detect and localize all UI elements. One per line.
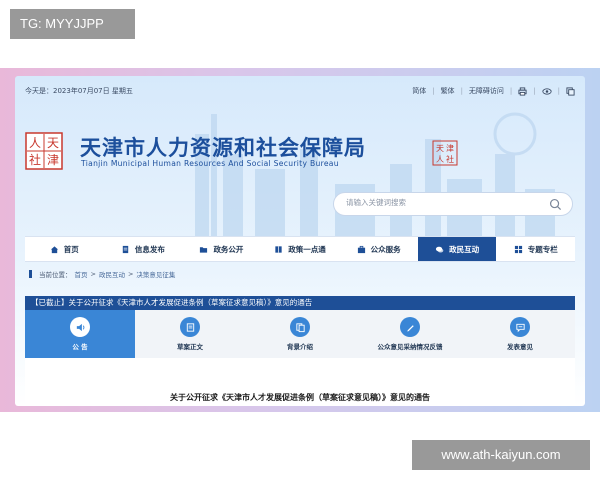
print-icon[interactable] xyxy=(518,86,527,96)
tab-feedback[interactable]: 公众意见采纳情况反馈 xyxy=(355,310,465,358)
nav-label: 信息发布 xyxy=(134,244,165,254)
nav-label: 专题专栏 xyxy=(527,244,558,254)
notice-tabs: 公 告 草案正文 背景介绍 公众意见采纳情况反馈 发表意见 xyxy=(25,310,575,358)
website-screenshot: 今天是：2023年07月07日 星期五 简体 | 繁体 | 无障碍访问 | | … xyxy=(15,76,585,406)
briefcase-icon xyxy=(357,245,365,253)
telegram-tag: TG: MYYJJPP xyxy=(10,9,135,39)
simplified-chinese-link[interactable]: 简体 xyxy=(412,86,426,96)
tab-icon-circle xyxy=(510,317,530,337)
search-box xyxy=(333,192,573,216)
seal-stamp: 天 津 人 社 xyxy=(432,140,458,166)
city-skyline-background xyxy=(195,112,555,244)
bureau-logo: 人 天 社 津 xyxy=(25,132,63,170)
search-icon[interactable] xyxy=(549,198,562,211)
list-icon xyxy=(186,322,194,332)
eye-icon[interactable] xyxy=(542,87,552,96)
tab-label: 草案正文 xyxy=(177,343,203,351)
breadcrumb: 当前位置： 首页 > 政民互动 > 决策意见征集 xyxy=(29,269,175,279)
content-area: 关于公开征求《天津市人才发展促进条例（草案征求意见稿）》意见的通告 xyxy=(25,358,575,406)
nav-item-gov-affairs[interactable]: 政务公开 xyxy=(182,237,261,261)
traditional-chinese-link[interactable]: 繁体 xyxy=(441,86,455,96)
nav-label: 政策一点通 xyxy=(288,244,326,254)
tab-icon-circle xyxy=(290,317,310,337)
tab-background[interactable]: 背景介绍 xyxy=(245,310,355,358)
current-date: 今天是：2023年07月07日 星期五 xyxy=(25,87,133,95)
tab-label: 发表意见 xyxy=(507,343,533,351)
tab-icon-circle xyxy=(400,317,420,337)
breadcrumb-interaction[interactable]: 政民互动 xyxy=(99,269,125,279)
breadcrumb-marker xyxy=(29,270,32,278)
seal-char: 社 xyxy=(446,154,454,164)
nav-item-interaction[interactable]: 政民互动 xyxy=(417,237,497,261)
nav-label: 政务公开 xyxy=(213,244,244,254)
tab-label: 公众意见采纳情况反馈 xyxy=(377,343,443,351)
main-nav: 首页 信息发布 政务公开 政策一点通 公众服务 政民互动 专题专栏 xyxy=(25,236,575,262)
tab-label: 公 告 xyxy=(72,343,88,351)
breadcrumb-opinion-collection[interactable]: 决策意见征集 xyxy=(136,269,175,279)
tab-label: 背景介绍 xyxy=(287,343,313,351)
separator: | xyxy=(509,87,513,95)
grid-icon xyxy=(514,245,522,253)
copy-icon[interactable] xyxy=(566,86,575,96)
site-subtitle: Tianjin Municipal Human Resources And So… xyxy=(81,159,339,168)
breadcrumb-home[interactable]: 首页 xyxy=(75,269,88,279)
pen-icon xyxy=(406,324,414,331)
top-links: 简体 | 繁体 | 无障碍访问 | | | xyxy=(412,86,575,96)
nav-item-special-topics[interactable]: 专题专栏 xyxy=(496,237,575,261)
nav-item-policy[interactable]: 政策一点通 xyxy=(261,237,340,261)
separator: | xyxy=(460,87,463,95)
chat-icon xyxy=(436,246,444,253)
seal-char: 津 xyxy=(446,143,454,153)
seal-char: 人 xyxy=(436,155,444,164)
files-icon xyxy=(295,322,305,332)
nav-label: 公众服务 xyxy=(370,244,401,254)
logo-char: 人 xyxy=(29,136,41,150)
top-bar: 今天是：2023年07月07日 星期五 简体 | 繁体 | 无障碍访问 | | … xyxy=(25,86,575,100)
tab-icon-circle xyxy=(70,317,90,337)
seal-char: 天 xyxy=(436,144,444,153)
logo-char: 社 xyxy=(29,152,41,167)
document-icon xyxy=(122,245,129,253)
document-title: 关于公开征求《天津市人才发展促进条例（草案征求意见稿）》意见的通告 xyxy=(170,393,430,402)
search-input[interactable] xyxy=(346,198,536,207)
breadcrumb-separator: > xyxy=(90,270,96,278)
tab-draft-text[interactable]: 草案正文 xyxy=(135,310,245,358)
tab-icon-circle xyxy=(180,317,200,337)
nav-item-info-release[interactable]: 信息发布 xyxy=(104,237,183,261)
nav-item-public-service[interactable]: 公众服务 xyxy=(339,237,418,261)
breadcrumb-separator: > xyxy=(127,270,134,278)
speaker-icon xyxy=(76,323,84,331)
website-watermark: www.ath-kaiyun.com xyxy=(412,440,590,470)
nav-label: 政民互动 xyxy=(449,244,480,254)
tab-announcement[interactable]: 公 告 xyxy=(25,310,135,358)
separator: | xyxy=(557,87,560,95)
book-icon xyxy=(275,245,282,253)
breadcrumb-label: 当前位置： xyxy=(39,271,72,279)
separator: | xyxy=(432,87,435,95)
notice-bar: 【已截止】关于公开征求《天津市人才发展促进条例（草案征求意见稿）》意见的通告 xyxy=(25,296,575,310)
home-icon xyxy=(50,245,58,253)
comment-icon xyxy=(515,323,525,332)
separator: | xyxy=(533,87,536,95)
nav-label: 首页 xyxy=(63,244,79,254)
tab-post-opinion[interactable]: 发表意见 xyxy=(465,310,575,358)
logo-char: 津 xyxy=(47,153,59,167)
accessibility-link[interactable]: 无障碍访问 xyxy=(469,86,504,96)
site-title: 天津市人力资源和社会保障局 xyxy=(80,136,366,160)
nav-item-home[interactable]: 首页 xyxy=(25,237,104,261)
logo-char: 天 xyxy=(47,136,59,150)
folder-icon xyxy=(200,246,208,253)
